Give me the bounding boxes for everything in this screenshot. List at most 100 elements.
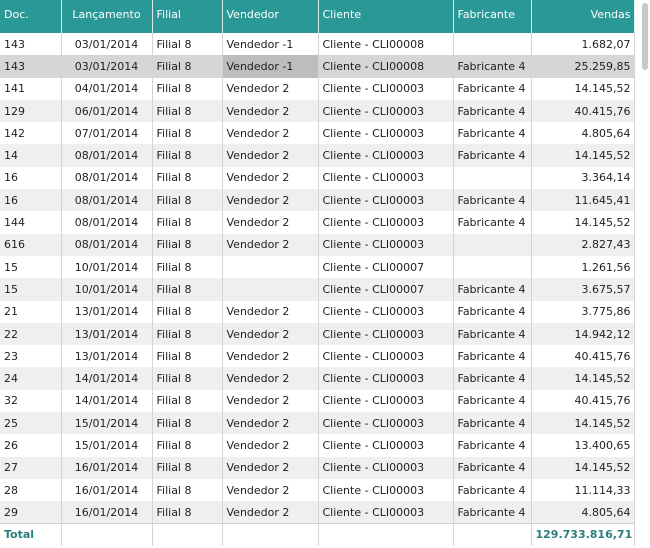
cell-doc[interactable]: 141	[0, 77, 62, 100]
cell-fabricante[interactable]: Fabricante 4	[453, 345, 532, 368]
cell-cliente[interactable]: Cliente - CLI00003	[318, 122, 454, 145]
cell-fabricante[interactable]	[453, 233, 532, 256]
cell-doc[interactable]: 29	[0, 501, 62, 524]
cell-fabricante[interactable]: Fabricante 4	[453, 478, 532, 502]
cell-fabricante[interactable]: Fabricante 4	[453, 322, 532, 346]
table-row[interactable]: 24 14/01/2014 Filial 8 Vendedor 2 Cliente - …	[0, 367, 635, 390]
cell-cliente[interactable]: Cliente - CLI00003	[318, 389, 454, 413]
cell-doc[interactable]: 28	[0, 478, 62, 502]
cell-lancamento[interactable]: 08/01/2014	[61, 233, 153, 256]
cell-fabricante[interactable]: Fabricante 4	[453, 412, 532, 435]
cell-filial[interactable]: Filial 8	[152, 122, 223, 145]
cell-filial[interactable]: Filial 8	[152, 389, 223, 413]
table-row[interactable]: 616 08/01/2014 Filial 8 Vendedor 2 Cliente -…	[0, 233, 635, 256]
cell-fabricante[interactable]: Fabricante 4	[453, 501, 532, 524]
cell-cliente[interactable]: Cliente - CLI00003	[318, 456, 454, 479]
cell-vendas[interactable]: 14.145,52	[531, 456, 635, 479]
cell-filial[interactable]: Filial 8	[152, 300, 223, 323]
cell-filial[interactable]: Filial 8	[152, 166, 223, 190]
cell-vendas[interactable]: 4.805,64	[531, 122, 635, 145]
cell-filial[interactable]: Filial 8	[152, 367, 223, 390]
cell-vendedor[interactable]: Vendedor 2	[222, 501, 319, 524]
cell-vendedor[interactable]	[222, 278, 319, 301]
cell-filial[interactable]: Filial 8	[152, 345, 223, 368]
cell-cliente[interactable]: Cliente - CLI00008	[318, 33, 454, 56]
cell-cliente[interactable]: Cliente - CLI00003	[318, 412, 454, 435]
cell-filial[interactable]: Filial 8	[152, 255, 223, 279]
cell-doc[interactable]: 16	[0, 166, 62, 190]
cell-vendedor[interactable]: Vendedor 2	[222, 189, 319, 212]
cell-lancamento[interactable]: 08/01/2014	[61, 166, 153, 190]
cell-vendedor[interactable]: Vendedor 2	[222, 322, 319, 346]
cell-lancamento[interactable]: 16/01/2014	[61, 501, 153, 524]
cell-filial[interactable]: Filial 8	[152, 478, 223, 502]
table-row[interactable]: 15 10/01/2014 Filial 8 Cliente - CLI00007 Fa…	[0, 278, 635, 301]
cell-vendas[interactable]: 40.415,76	[531, 99, 635, 123]
cell-vendedor[interactable]: Vendedor 2	[222, 456, 319, 479]
table-row[interactable]: 25 15/01/2014 Filial 8 Vendedor 2 Cliente - …	[0, 412, 635, 435]
cell-vendedor[interactable]: Vendedor 2	[222, 389, 319, 413]
cell-lancamento[interactable]: 15/01/2014	[61, 412, 153, 435]
cell-cliente[interactable]: Cliente - CLI00003	[318, 322, 454, 346]
cell-doc[interactable]: 16	[0, 189, 62, 212]
cell-vendedor[interactable]: Vendedor 2	[222, 345, 319, 368]
cell-fabricante[interactable]: Fabricante 4	[453, 278, 532, 301]
cell-lancamento[interactable]: 10/01/2014	[61, 278, 153, 301]
cell-filial[interactable]: Filial 8	[152, 412, 223, 435]
cell-fabricante[interactable]: Fabricante 4	[453, 367, 532, 390]
cell-doc[interactable]: 129	[0, 99, 62, 123]
cell-filial[interactable]: Filial 8	[152, 434, 223, 457]
cell-cliente[interactable]: Cliente - CLI00003	[318, 233, 454, 256]
cell-lancamento[interactable]: 03/01/2014	[61, 55, 153, 78]
cell-fabricante[interactable]: Fabricante 4	[453, 99, 532, 123]
table-row[interactable]: 141 04/01/2014 Filial 8 Vendedor 2 Cliente -…	[0, 77, 635, 100]
cell-vendas[interactable]: 40.415,76	[531, 345, 635, 368]
cell-filial[interactable]: Filial 8	[152, 77, 223, 100]
cell-doc[interactable]: 24	[0, 367, 62, 390]
table-row[interactable]: 23 13/01/2014 Filial 8 Vendedor 2 Cliente - …	[0, 345, 635, 368]
cell-doc[interactable]: 143	[0, 55, 62, 78]
cell-lancamento[interactable]: 06/01/2014	[61, 99, 153, 123]
cell-filial[interactable]: Filial 8	[152, 189, 223, 212]
cell-cliente[interactable]: Cliente - CLI00003	[318, 345, 454, 368]
cell-vendedor[interactable]	[222, 255, 319, 279]
cell-cliente[interactable]: Cliente - CLI00003	[318, 144, 454, 167]
table-row[interactable]: 143 03/01/2014 Filial 8 Vendedor -1 Cliente …	[0, 33, 635, 56]
cell-lancamento[interactable]: 15/01/2014	[61, 434, 153, 457]
cell-vendedor[interactable]: Vendedor 2	[222, 166, 319, 190]
cell-fabricante[interactable]: Fabricante 4	[453, 77, 532, 100]
table-row[interactable]: 143 03/01/2014 Filial 8 Vendedor -1 Cliente …	[0, 55, 635, 78]
cell-lancamento[interactable]: 08/01/2014	[61, 189, 153, 212]
cell-vendas[interactable]: 3.775,86	[531, 300, 635, 323]
vertical-scrollbar-thumb[interactable]	[642, 3, 648, 70]
cell-lancamento[interactable]: 07/01/2014	[61, 122, 153, 145]
cell-filial[interactable]: Filial 8	[152, 55, 223, 78]
cell-vendas[interactable]: 3.364,14	[531, 166, 635, 190]
cell-lancamento[interactable]: 13/01/2014	[61, 322, 153, 346]
cell-fabricante[interactable]: Fabricante 4	[453, 300, 532, 323]
cell-cliente[interactable]: Cliente - CLI00008	[318, 55, 454, 78]
cell-doc[interactable]: 143	[0, 33, 62, 56]
cell-vendas[interactable]: 14.145,52	[531, 77, 635, 100]
cell-cliente[interactable]: Cliente - CLI00003	[318, 211, 454, 234]
cell-doc[interactable]: 21	[0, 300, 62, 323]
cell-doc[interactable]: 15	[0, 255, 62, 279]
cell-doc[interactable]: 144	[0, 211, 62, 234]
cell-vendedor[interactable]: Vendedor -1	[222, 55, 319, 78]
cell-vendas[interactable]: 25.259,85	[531, 55, 635, 78]
table-row[interactable]: 22 13/01/2014 Filial 8 Vendedor 2 Cliente - …	[0, 322, 635, 346]
cell-doc[interactable]: 15	[0, 278, 62, 301]
cell-lancamento[interactable]: 16/01/2014	[61, 478, 153, 502]
cell-vendedor[interactable]: Vendedor 2	[222, 233, 319, 256]
cell-cliente[interactable]: Cliente - CLI00003	[318, 99, 454, 123]
cell-vendas[interactable]: 14.145,52	[531, 211, 635, 234]
cell-vendas[interactable]: 1.682,07	[531, 33, 635, 56]
cell-vendedor[interactable]: Vendedor 2	[222, 77, 319, 100]
table-row[interactable]: 16 08/01/2014 Filial 8 Vendedor 2 Cliente - …	[0, 189, 635, 212]
cell-fabricante[interactable]: Fabricante 4	[453, 144, 532, 167]
cell-cliente[interactable]: Cliente - CLI00003	[318, 434, 454, 457]
cell-cliente[interactable]: Cliente - CLI00003	[318, 77, 454, 100]
table-row[interactable]: 26 15/01/2014 Filial 8 Vendedor 2 Cliente - …	[0, 434, 635, 457]
table-row[interactable]: 28 16/01/2014 Filial 8 Vendedor 2 Cliente - …	[0, 478, 635, 502]
cell-vendas[interactable]: 14.145,52	[531, 412, 635, 435]
